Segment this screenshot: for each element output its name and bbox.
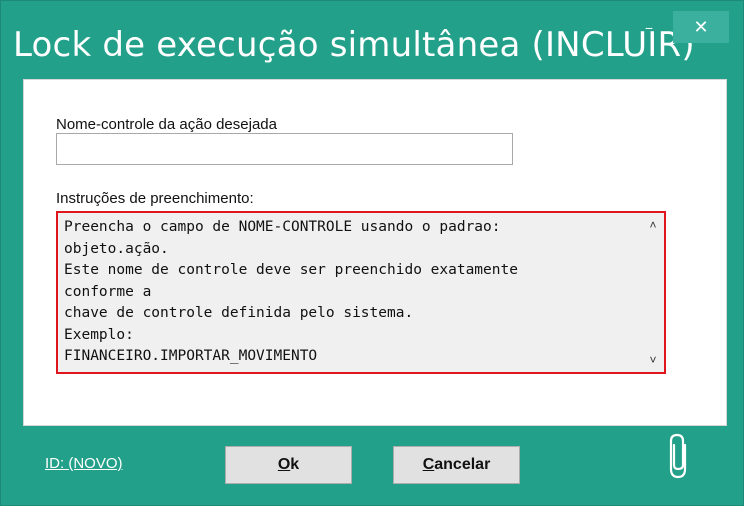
record-id-link[interactable]: ID: (NOVO)	[45, 455, 123, 472]
name-control-input[interactable]	[56, 133, 513, 165]
instructions-memo[interactable]: Preencha o campo de NOME-CONTROLE usando…	[56, 211, 666, 374]
close-icon: ✕	[693, 16, 709, 37]
instructions-label: Instruções de preenchimento:	[56, 190, 254, 207]
ok-label-rest: k	[290, 456, 300, 473]
form-panel: Nome-controle da ação desejada Instruçõe…	[23, 79, 727, 426]
dialog-window: Lock de execução simultânea (INCLUIR) − …	[0, 0, 744, 506]
name-control-label: Nome-controle da ação desejada	[56, 116, 277, 133]
chevron-down-icon[interactable]: ˅	[642, 350, 664, 370]
ok-button[interactable]: Ok	[225, 446, 352, 484]
cancel-button[interactable]: Cancelar	[393, 446, 520, 484]
cancel-label-rest: ancelar	[434, 456, 491, 473]
chevron-up-icon[interactable]: ˄	[642, 215, 664, 235]
instructions-scrollbar[interactable]: ˄ ˅	[642, 213, 664, 372]
ok-hotkey: O	[277, 456, 291, 473]
cancel-hotkey: C	[422, 456, 435, 473]
minimize-icon[interactable]: −	[641, 21, 657, 35]
close-button[interactable]: ✕	[673, 11, 729, 43]
instructions-text: Preencha o campo de NOME-CONTROLE usando…	[64, 219, 518, 364]
paperclip-icon[interactable]	[665, 431, 695, 481]
window-title: Lock de execução simultânea (INCLUIR)	[13, 25, 695, 65]
